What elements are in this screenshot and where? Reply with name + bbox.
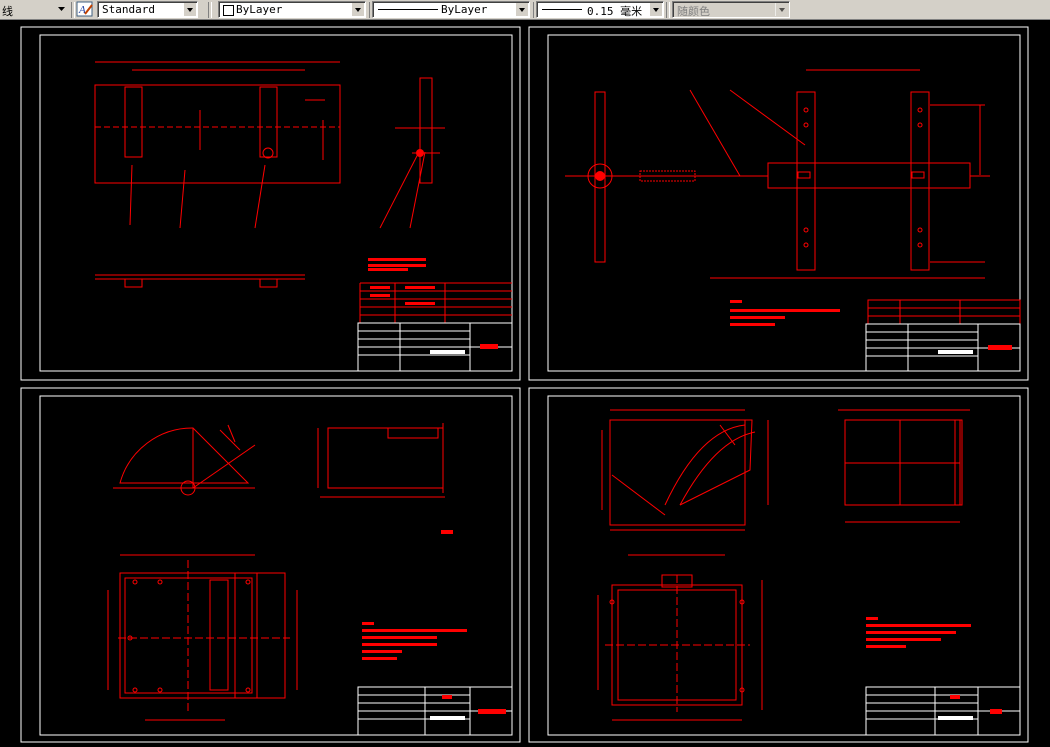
chevron-down-icon[interactable]	[183, 3, 196, 16]
sheet-3-drawing	[107, 423, 513, 736]
sheet-2-drawing	[565, 69, 1021, 372]
chevron-down-icon[interactable]	[515, 3, 528, 16]
chevron-down-icon[interactable]	[351, 3, 364, 16]
linetype-left-combo[interactable]: 线	[2, 1, 68, 18]
plot-style-value: 随颜色	[677, 5, 710, 18]
properties-toolbar: 线 A Standard ByLayer ByLayer 0.15 毫米 随颜色	[0, 0, 1050, 20]
drawing-area[interactable]	[0, 20, 1050, 747]
chevron-down-icon	[775, 3, 788, 16]
sheet-1-drawing	[94, 61, 513, 372]
drawing-canvas[interactable]	[0, 20, 1050, 747]
linetype-combo[interactable]: ByLayer	[372, 1, 530, 18]
linetype-preview	[378, 9, 438, 10]
left-combo-label: 线	[2, 6, 13, 18]
svg-text:A: A	[78, 4, 86, 16]
toolbar-separator	[71, 2, 75, 18]
text-style-value: Standard	[102, 3, 155, 16]
lineweight-value: 0.15 毫米	[587, 5, 643, 18]
layer-combo[interactable]: ByLayer	[218, 1, 366, 18]
toolbar-separator	[666, 2, 670, 18]
color-swatch-icon	[223, 5, 234, 16]
chevron-down-icon[interactable]	[55, 2, 68, 15]
layer-value: ByLayer	[236, 3, 283, 16]
linetype-value: ByLayer	[441, 3, 488, 16]
lineweight-preview	[542, 9, 582, 10]
plot-style-combo: 随颜色	[672, 1, 790, 18]
toolbar-separator	[208, 2, 212, 18]
chevron-down-icon[interactable]	[649, 3, 662, 16]
text-style-combo[interactable]: Standard	[97, 1, 198, 18]
lineweight-combo[interactable]: 0.15 毫米	[536, 1, 664, 18]
text-style-icon[interactable]: A	[76, 1, 94, 18]
layout-frames	[20, 26, 1029, 743]
sheet-4-drawing	[597, 409, 1021, 736]
